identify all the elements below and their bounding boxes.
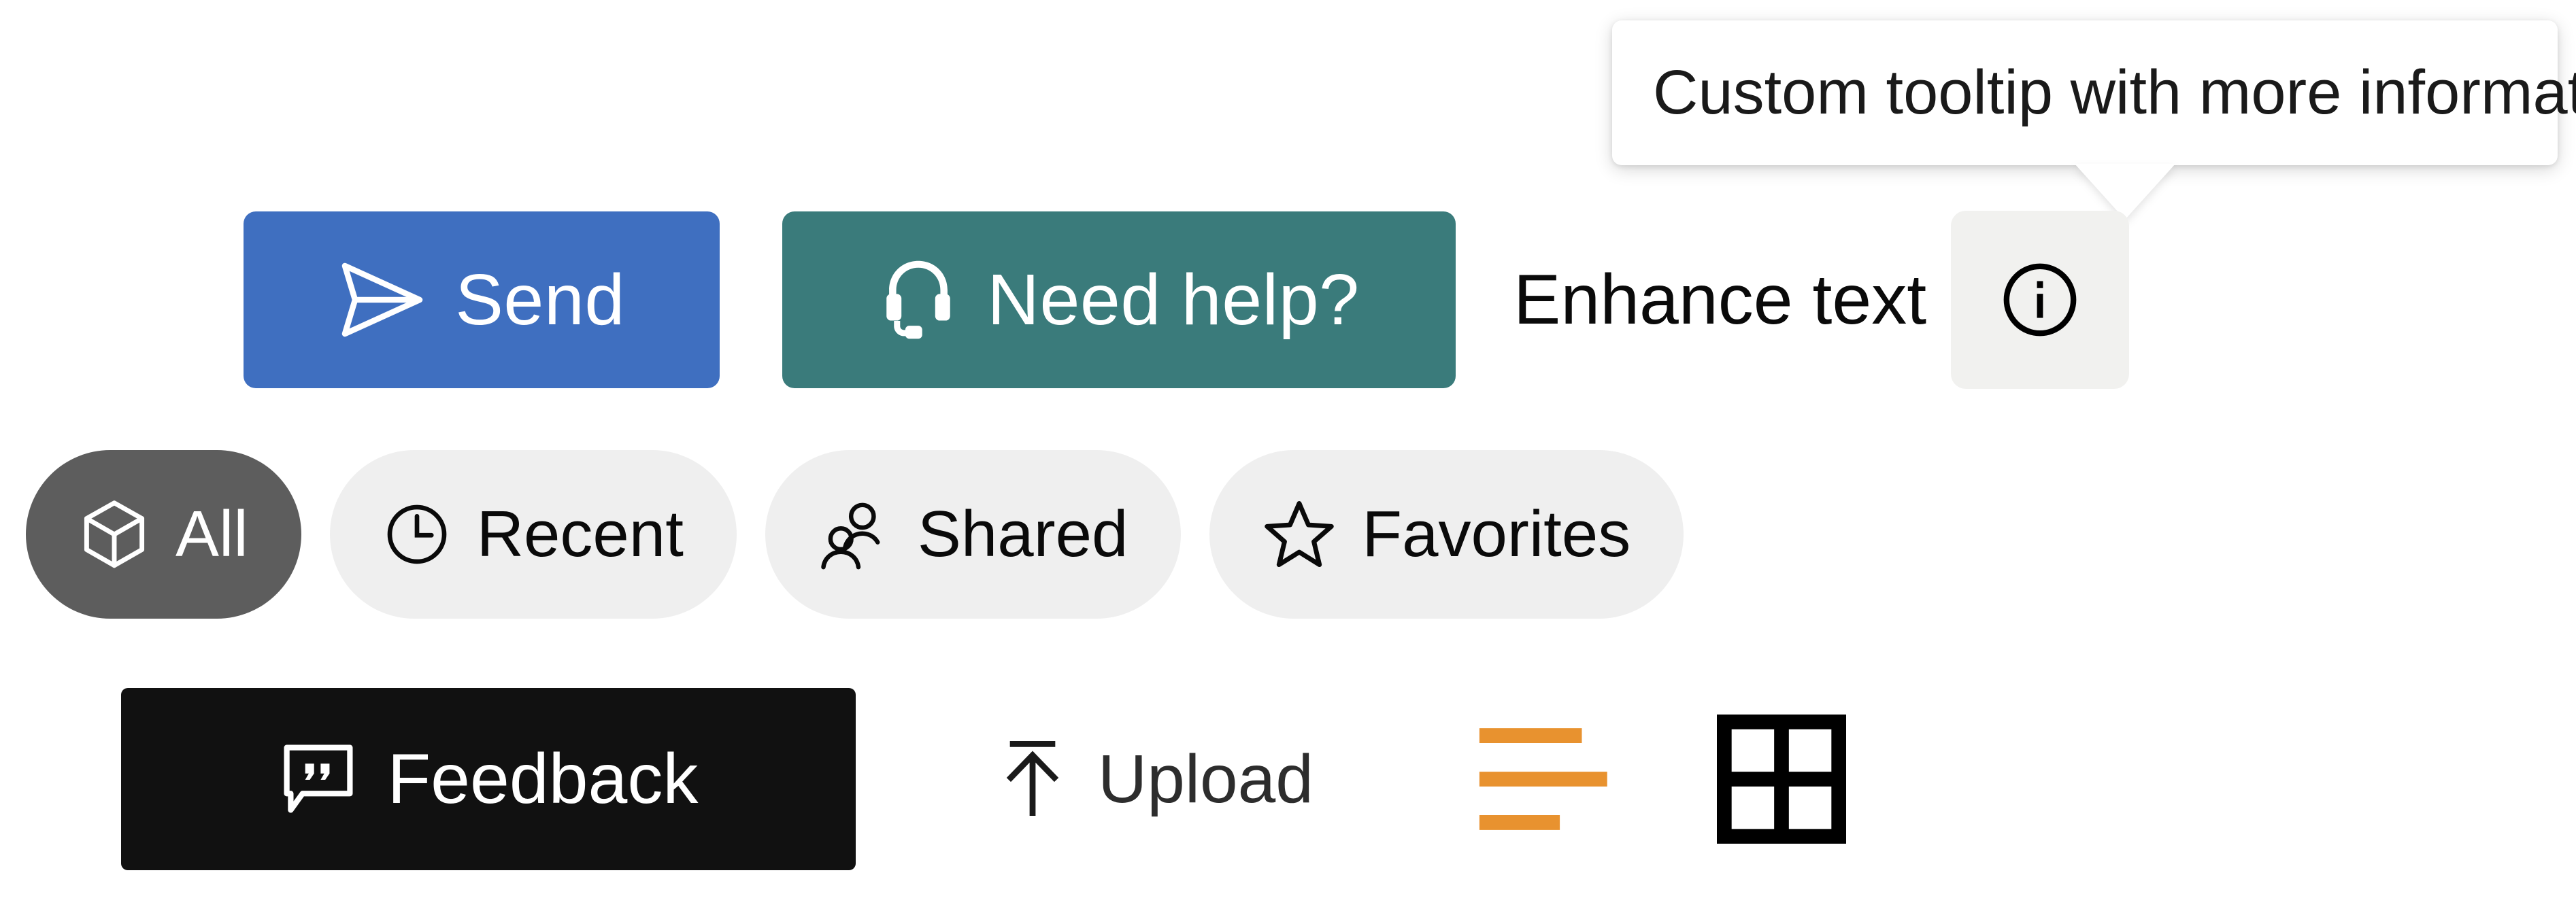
star-icon bbox=[1262, 499, 1336, 570]
need-help-button-label: Need help? bbox=[987, 260, 1360, 340]
enhance-text-label: Enhance text bbox=[1513, 260, 1927, 339]
headset-icon bbox=[878, 258, 958, 342]
info-circle-icon bbox=[2000, 260, 2080, 340]
clock-icon bbox=[383, 500, 451, 568]
upload-button-label: Upload bbox=[1098, 741, 1314, 817]
filter-pill-recent[interactable]: Recent bbox=[329, 450, 737, 619]
grid-view-icon bbox=[1713, 711, 1850, 847]
send-button[interactable]: Send bbox=[244, 211, 720, 388]
tooltip-text: Custom tooltip with more information bbox=[1612, 20, 2576, 166]
send-button-label: Send bbox=[455, 260, 625, 340]
cube-icon bbox=[79, 498, 150, 571]
filter-pill-favorites-label: Favorites bbox=[1362, 498, 1631, 570]
comment-quote-icon bbox=[279, 740, 358, 819]
need-help-button[interactable]: Need help? bbox=[782, 211, 1456, 388]
upload-button[interactable]: Upload bbox=[997, 737, 1314, 821]
view-toggle-group bbox=[1470, 711, 1850, 847]
feedback-button[interactable]: Feedback bbox=[121, 688, 856, 870]
list-view-button[interactable] bbox=[1470, 721, 1639, 837]
tooltip-container: Custom tooltip with more information bbox=[1612, 20, 2576, 220]
people-icon bbox=[818, 499, 892, 570]
send-icon bbox=[338, 259, 426, 341]
grid-view-button[interactable] bbox=[1713, 711, 1850, 847]
filter-pill-all-label: All bbox=[175, 498, 248, 570]
upload-arrow-icon bbox=[997, 737, 1068, 821]
feedback-button-label: Feedback bbox=[387, 740, 699, 819]
filter-pill-shared-label: Shared bbox=[917, 498, 1128, 570]
filter-pill-all[interactable]: All bbox=[26, 450, 301, 619]
info-button[interactable] bbox=[1951, 211, 2130, 389]
filter-pill-shared[interactable]: Shared bbox=[765, 450, 1182, 619]
list-view-icon bbox=[1470, 721, 1639, 837]
bottom-toolbar-row: Feedback Upload bbox=[121, 688, 1850, 870]
action-button-row: Send Need help? Enhance text bbox=[244, 211, 2130, 389]
filter-pill-recent-label: Recent bbox=[476, 498, 684, 570]
filter-pill-favorites[interactable]: Favorites bbox=[1209, 450, 1684, 619]
filter-pill-row: All Recent Shared Favorites bbox=[26, 450, 1684, 619]
enhance-text-group: Enhance text bbox=[1513, 211, 2130, 389]
